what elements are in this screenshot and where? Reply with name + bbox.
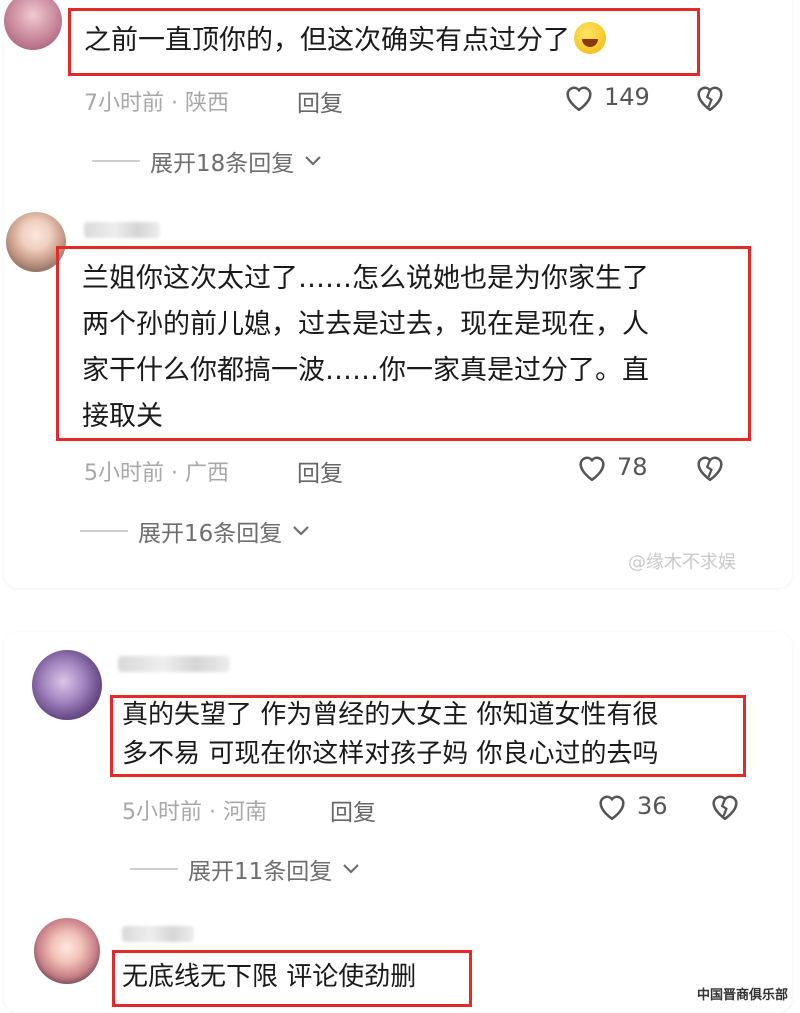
comment-text: 真的失望了 作为曾经的大女主 你知道女性有很 多不易 可现在你这样对孩子妈 你良… (122, 700, 659, 769)
username-blurred (118, 656, 230, 672)
expand-replies-button[interactable]: 展开18条回复 (92, 144, 322, 178)
chevron-down-icon (305, 156, 322, 166)
source-watermark: 中国晋商俱乐部 (696, 988, 788, 1003)
like-button[interactable]: 149 (562, 81, 650, 113)
laughing-emoji-icon (574, 22, 606, 54)
comment-text: 兰姐你这次太过了……怎么说她也是为你家生了 两个孙的前儿媳，过去是过去，现在是现… (82, 263, 649, 432)
expand-replies-button[interactable]: 展开11条回复 (130, 852, 360, 886)
like-count: 36 (637, 792, 668, 820)
heart-outline-icon (599, 795, 625, 821)
broken-heart-icon[interactable] (693, 450, 727, 484)
username-blurred (84, 222, 160, 238)
username-blurred (122, 926, 194, 942)
divider (130, 868, 178, 870)
heart-outline-icon (579, 456, 605, 482)
comment-text: 无底线无下限 评论使劲删 (122, 962, 417, 992)
like-button[interactable]: 36 (595, 790, 668, 822)
expand-replies-button[interactable]: 展开16条回复 (80, 514, 310, 548)
reply-button[interactable]: 回复 (330, 793, 376, 827)
heart-outline-icon (566, 86, 592, 112)
watermark: @缘木不求娱 (628, 552, 736, 573)
comment-meta: 5小时前 · 河南 (122, 800, 268, 825)
divider (92, 160, 140, 162)
reply-button[interactable]: 回复 (297, 84, 343, 118)
broken-heart-icon[interactable] (708, 789, 742, 823)
reply-button[interactable]: 回复 (297, 454, 343, 488)
broken-heart-icon[interactable] (693, 80, 727, 114)
like-count: 78 (617, 453, 648, 481)
like-count: 149 (604, 83, 650, 111)
comment-meta: 7小时前 · 陕西 (84, 91, 230, 116)
like-button[interactable]: 78 (575, 451, 648, 483)
avatar[interactable] (32, 650, 102, 720)
avatar[interactable] (34, 918, 100, 984)
comment-meta: 5小时前 · 广西 (84, 461, 230, 486)
divider (80, 530, 128, 532)
chevron-down-icon (343, 864, 360, 874)
comment-text: 之前一直顶你的，但这次确实有点过分了 (84, 18, 606, 64)
chevron-down-icon (293, 526, 310, 536)
